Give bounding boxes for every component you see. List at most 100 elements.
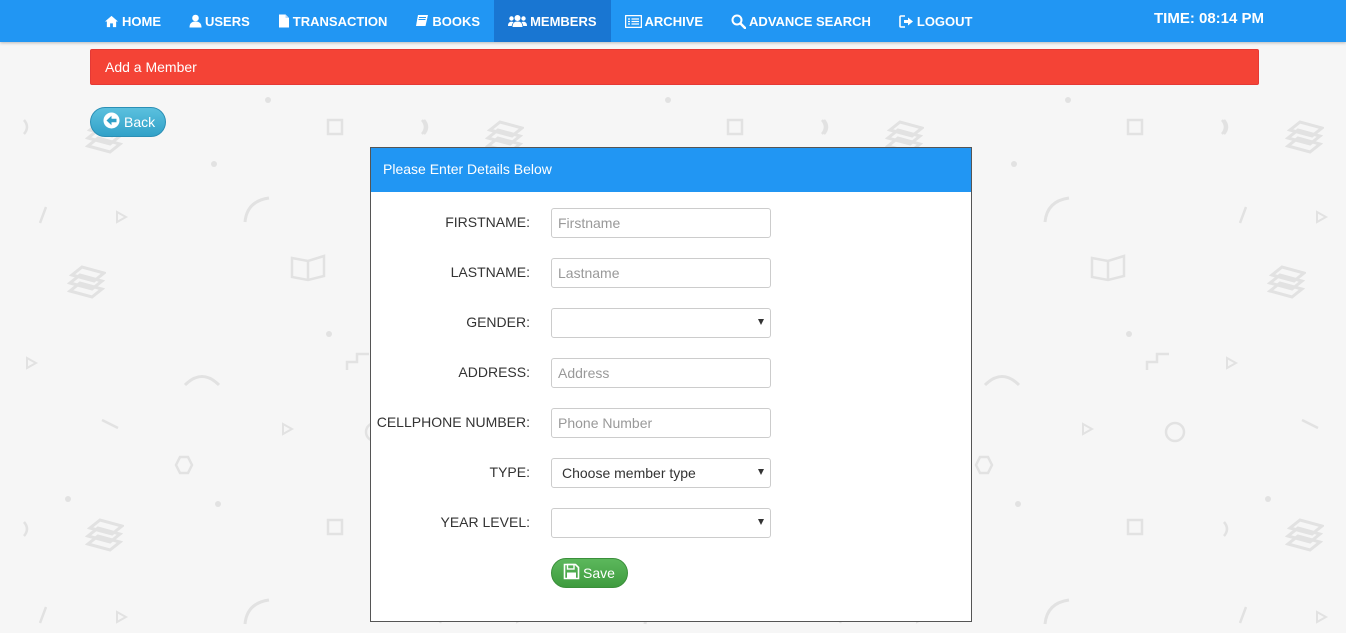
firstname-label: FIRSTNAME: (445, 214, 530, 230)
document-icon (278, 14, 293, 28)
background-books-doodle (66, 265, 106, 301)
background-dot-doodle (664, 96, 672, 104)
background-books-doodle (84, 518, 124, 554)
back-button[interactable]: Back (90, 107, 166, 137)
caret-down-icon (758, 469, 764, 475)
background-dot-doodle (1010, 160, 1018, 168)
nav-books[interactable]: BOOKS (401, 0, 494, 42)
background-arc-doodle (1042, 597, 1072, 627)
background-dot-doodle (64, 495, 72, 503)
phone-input[interactable] (551, 408, 771, 438)
group-icon (508, 14, 530, 28)
nav-home[interactable]: HOME (90, 0, 175, 42)
background-paren-doodle (1222, 118, 1232, 136)
background-square-doodle (1126, 118, 1144, 136)
background-books-doodle (1284, 120, 1324, 156)
member-form-panel: Please Enter Details Below FIRSTNAME: LA… (370, 147, 972, 622)
background-smile-doodle (182, 372, 222, 388)
phone-row: CELLPHONE NUMBER: (371, 408, 971, 438)
nav-advance-search[interactable]: ADVANCE SEARCH (717, 0, 885, 42)
background-slash-doodle (38, 205, 48, 225)
background-dot-doodle (1264, 495, 1272, 503)
background-dot-doodle (325, 330, 333, 338)
page-title: Add a Member (90, 49, 1259, 85)
nav-archive[interactable]: ARCHIVE (611, 0, 718, 42)
lastname-row: LASTNAME: (371, 258, 971, 288)
member-type-select-value: Choose member type (562, 465, 696, 481)
background-dot-doodle (1014, 500, 1022, 508)
list-icon (624, 14, 645, 28)
background-dash-doodle (1300, 418, 1320, 430)
floppy-disk-icon (563, 563, 583, 583)
background-arc-doodle (1042, 195, 1072, 225)
background-paren-doodle (1220, 118, 1230, 136)
background-paren-doodle (420, 118, 430, 136)
background-tri-doodle (114, 210, 128, 224)
background-slash-doodle (38, 605, 48, 625)
background-tri-doodle (1314, 610, 1328, 624)
lastname-label: LASTNAME: (450, 264, 530, 280)
background-zigzag-doodle (1145, 350, 1171, 372)
background-tri-doodle (1080, 422, 1094, 436)
background-tri-doodle (1314, 210, 1328, 224)
background-dash-doodle (100, 418, 120, 430)
background-dot-doodle (214, 500, 222, 508)
background-hex-doodle (174, 455, 194, 475)
year-level-label: YEAR LEVEL: (440, 514, 531, 530)
background-openbook-doodle (1088, 252, 1128, 282)
top-navbar: HOME USERS TRANSACTION BOOKS MEMBERS ARC… (0, 0, 1346, 42)
background-tri-doodle (114, 610, 128, 624)
background-slash-doodle (1238, 205, 1248, 225)
year-level-row: YEAR LEVEL: (371, 508, 971, 538)
background-square-doodle (1126, 518, 1144, 536)
background-tri-doodle (280, 422, 294, 436)
save-button[interactable]: Save (551, 558, 628, 588)
nav-menu: HOME USERS TRANSACTION BOOKS MEMBERS ARC… (90, 0, 986, 42)
panel-heading: Please Enter Details Below (371, 148, 971, 192)
background-zigzag-doodle (345, 350, 371, 372)
member-type-select[interactable]: Choose member type (551, 458, 771, 488)
background-dot-doodle (1064, 96, 1072, 104)
nav-transaction-label: TRANSACTION (292, 13, 388, 29)
logout-icon (899, 14, 917, 28)
background-dot-doodle (264, 96, 272, 104)
firstname-input[interactable] (551, 208, 771, 238)
address-input[interactable] (551, 358, 771, 388)
nav-users[interactable]: USERS (175, 0, 264, 42)
gender-row: GENDER: (371, 308, 971, 338)
background-openbook-doodle (288, 252, 328, 282)
background-paren-doodle (822, 118, 832, 136)
search-icon (731, 14, 749, 29)
background-smile-doodle (982, 372, 1022, 388)
nav-transaction[interactable]: TRANSACTION (264, 0, 402, 42)
background-tri-doodle (1224, 356, 1238, 370)
nav-books-label: BOOKS (432, 13, 481, 29)
gender-label: GENDER: (466, 314, 530, 330)
background-tri-doodle (24, 356, 38, 370)
address-row: ADDRESS: (371, 358, 971, 388)
background-hex-doodle (974, 455, 994, 475)
clock-display: TIME: 08:14 PM (1154, 10, 1265, 27)
year-level-select[interactable] (551, 508, 771, 538)
nav-advance-search-label: ADVANCE SEARCH (749, 13, 871, 29)
type-label: TYPE: (489, 464, 530, 480)
background-paren-doodle (22, 118, 32, 136)
address-label: ADDRESS: (458, 364, 530, 380)
user-icon (189, 14, 205, 28)
background-books-doodle (1266, 265, 1306, 301)
back-button-label: Back (124, 114, 156, 130)
gender-select[interactable] (551, 308, 771, 338)
caret-down-icon (758, 519, 764, 525)
nav-logout-label: LOGOUT (916, 13, 973, 29)
firstname-row: FIRSTNAME: (371, 208, 971, 238)
save-button-label: Save (583, 565, 615, 581)
nav-logout[interactable]: LOGOUT (885, 0, 987, 42)
background-circle-doodle (1163, 420, 1187, 444)
nav-members[interactable]: MEMBERS (494, 0, 611, 42)
caret-down-icon (758, 319, 764, 325)
nav-archive-label: ARCHIVE (644, 13, 704, 29)
lastname-input[interactable] (551, 258, 771, 288)
nav-home-label: HOME (122, 13, 161, 29)
background-dot-doodle (1125, 330, 1133, 338)
nav-members-label: MEMBERS (530, 13, 597, 29)
